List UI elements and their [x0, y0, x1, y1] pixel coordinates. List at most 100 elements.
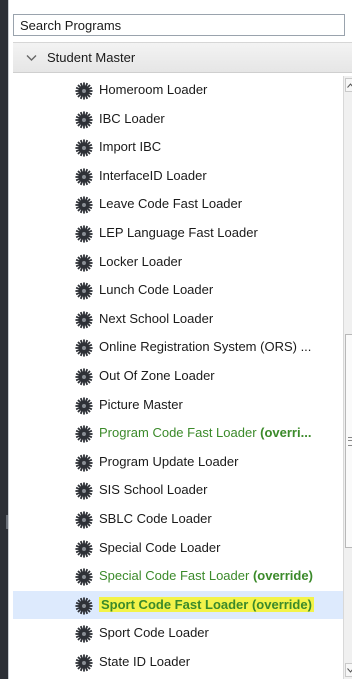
gear-icon	[75, 482, 93, 500]
gear-icon	[75, 139, 93, 157]
gear-icon	[75, 225, 93, 243]
program-item-name: Special Code Fast Loader	[99, 568, 253, 584]
program-item-label: Picture Master	[99, 397, 183, 412]
program-item[interactable]: Homeroom Loader	[13, 76, 345, 104]
program-item-name: Online Registration System (ORS) ...	[99, 339, 312, 355]
program-item-suffix: (overri...	[260, 425, 312, 441]
scroll-thumb[interactable]	[345, 334, 352, 548]
gear-icon	[75, 168, 93, 186]
program-item-label: Out Of Zone Loader	[99, 368, 215, 383]
group-title: Student Master	[47, 50, 136, 65]
scroll-down-button[interactable]	[345, 663, 352, 677]
gear-icon	[75, 339, 93, 357]
program-item-name: Program Code Fast Loader	[99, 425, 261, 441]
program-item[interactable]: Sport Code Fast Loader (override)	[13, 590, 345, 619]
program-item-label: LEP Language Fast Loader	[99, 225, 258, 240]
gear-icon	[75, 254, 93, 272]
program-item-label: Special Code Loader	[99, 540, 220, 555]
gear-icon	[75, 540, 93, 558]
program-item[interactable]: Special Code Loader	[13, 534, 345, 562]
program-item-name: SIS School Loader	[99, 482, 208, 498]
program-item-name: State ID Loader	[99, 654, 191, 669]
program-item[interactable]: SBLC Code Loader	[13, 505, 345, 533]
program-item-name: Sport Code Fast Loader (override)	[101, 596, 312, 612]
program-item-name: LEP Language Fast Loader	[99, 225, 258, 240]
gear-icon	[75, 568, 93, 586]
program-item-label: InterfaceID Loader	[99, 168, 207, 183]
program-item[interactable]: Import IBC	[13, 133, 345, 161]
chevron-down-icon[interactable]	[25, 52, 37, 64]
vertical-scrollbar[interactable]	[343, 76, 352, 679]
program-item-suffix: (override)	[252, 568, 313, 584]
program-item-label: SBLC Code Loader	[99, 511, 212, 526]
program-item-label: Sport Code Loader	[99, 625, 209, 640]
gear-icon	[75, 625, 93, 643]
program-item-name: Program Update Loader	[99, 453, 239, 469]
group-header-student-master[interactable]: Student Master	[13, 42, 352, 73]
program-item-name: Homeroom Loader	[99, 82, 208, 97]
program-item[interactable]: Leave Code Fast Loader	[13, 190, 345, 218]
program-item-name: Next School Loader	[99, 310, 214, 326]
program-item-label: Lunch Code Loader	[99, 282, 213, 297]
program-list: Homeroom Loader IBC Loader Import IBC Inter…	[13, 76, 345, 679]
gear-icon	[75, 282, 93, 300]
program-item-label: SIS School Loader	[99, 482, 207, 497]
program-item-label: Sport Code Fast Loader (override)	[99, 596, 314, 612]
program-item-label: Leave Code Fast Loader	[99, 196, 242, 211]
gear-icon	[75, 111, 93, 129]
gear-icon	[75, 425, 93, 443]
gear-icon	[75, 654, 93, 672]
program-item-label: Next School Loader	[99, 311, 213, 326]
program-item[interactable]: Special Code Fast Loader (override)	[13, 562, 345, 590]
program-item-name: Import IBC	[99, 139, 162, 155]
program-item[interactable]: Lunch Code Loader	[13, 276, 345, 304]
program-item-label: Locker Loader	[99, 254, 182, 269]
program-item-name: Special Code Loader	[99, 539, 221, 555]
gear-icon	[75, 311, 93, 329]
program-item-label: Program Code Fast Loader (overri...	[99, 425, 311, 440]
gear-icon	[75, 196, 93, 214]
program-item[interactable]: IBC Loader	[13, 105, 345, 133]
program-item-name: Locker Loader	[99, 253, 183, 269]
search-programs-input[interactable]	[13, 14, 345, 36]
gear-icon	[75, 454, 93, 472]
gear-icon	[75, 511, 93, 529]
program-item-label: Import IBC	[99, 139, 161, 154]
arrow-up-icon	[346, 82, 352, 88]
gear-icon	[75, 397, 93, 415]
grip-icon	[348, 437, 352, 446]
program-item-name: Lunch Code Loader	[99, 282, 214, 298]
program-item[interactable]: SIS School Loader	[13, 476, 345, 504]
program-panel: Student Master Homeroom Loader IBC Loader…	[8, 0, 352, 679]
window-edge	[0, 0, 8, 679]
program-item-name: InterfaceID Loader	[99, 167, 207, 183]
program-item-name: Out Of Zone Loader	[99, 368, 215, 383]
program-item-label: Program Update Loader	[99, 454, 238, 469]
program-item-name: Sport Code Loader	[99, 625, 209, 641]
program-item[interactable]: Locker Loader	[13, 248, 345, 276]
program-item[interactable]: State ID Loader	[13, 648, 345, 676]
program-item[interactable]: Picture Master	[13, 391, 345, 419]
gear-icon	[75, 597, 93, 615]
program-item[interactable]: Out Of Zone Loader	[13, 362, 345, 390]
program-item[interactable]: Program Code Fast Loader (overri...	[13, 419, 345, 447]
scroll-up-button[interactable]	[345, 78, 352, 92]
program-item[interactable]: LEP Language Fast Loader	[13, 219, 345, 247]
program-item-name: SBLC Code Loader	[99, 511, 212, 526]
program-item-label: Online Registration System (ORS) ...	[99, 339, 311, 354]
program-item-name: Picture Master	[99, 396, 183, 412]
program-item-label: IBC Loader	[99, 111, 165, 126]
program-item[interactable]: InterfaceID Loader	[13, 162, 345, 190]
program-item-label: Special Code Fast Loader (override)	[99, 568, 313, 583]
program-item[interactable]: Online Registration System (ORS) ...	[13, 333, 345, 361]
gear-icon	[75, 368, 93, 386]
program-item-label: Homeroom Loader	[99, 82, 207, 97]
program-item[interactable]: Sport Code Loader	[13, 619, 345, 647]
program-item-label: State ID Loader	[99, 654, 190, 669]
arrow-down-icon	[346, 667, 352, 673]
program-item-name: Leave Code Fast Loader	[99, 196, 243, 212]
program-item-name: IBC Loader	[99, 110, 165, 126]
program-item[interactable]: Next School Loader	[13, 305, 345, 333]
gear-icon	[75, 82, 93, 100]
program-item[interactable]: Program Update Loader	[13, 448, 345, 476]
